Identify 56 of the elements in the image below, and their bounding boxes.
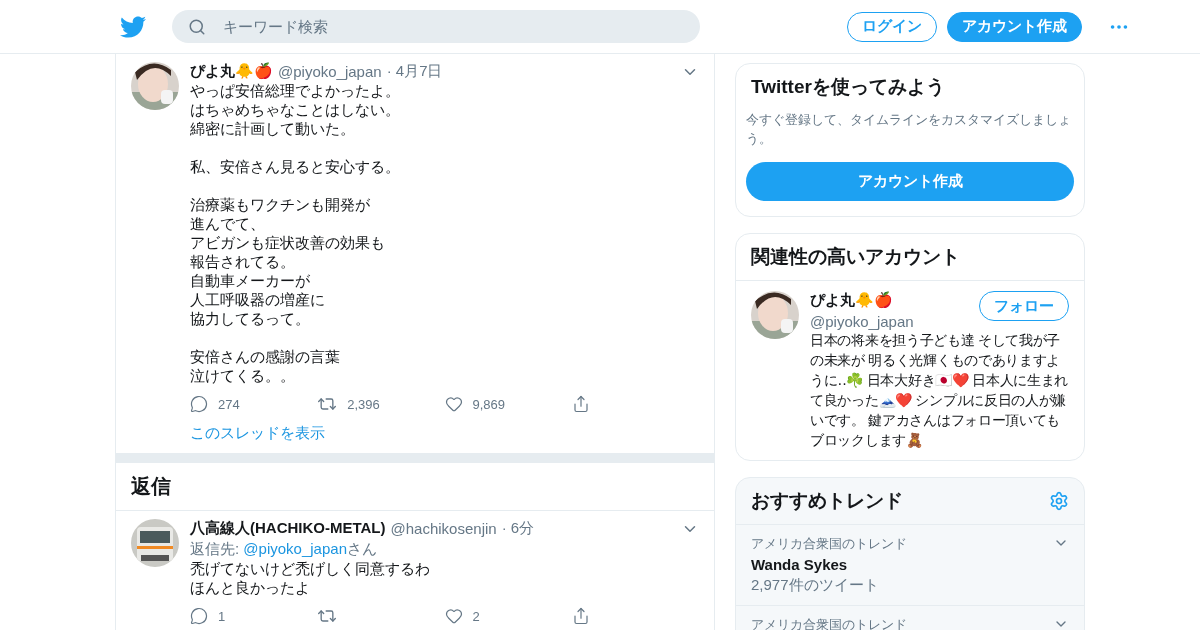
- trend-context: アメリカ合衆国のトレンド: [751, 535, 907, 553]
- signup-text: 今すぐ登録して、タイムラインをカスタマイズしましょう。: [745, 111, 1072, 148]
- signup-button[interactable]: アカウント作成: [746, 162, 1074, 201]
- user-handle: @piyoko_japan: [810, 313, 914, 330]
- section-heading: 返信: [116, 463, 714, 511]
- search-field[interactable]: キーワード検索: [172, 10, 700, 43]
- share-icon[interactable]: [571, 607, 590, 625]
- tweet-text-line: 報告されてる。: [190, 252, 296, 271]
- reply-to-text: 返信先: @piyoko_japanさん: [190, 540, 378, 559]
- reply-icon[interactable]: [190, 395, 208, 413]
- trend-name: Wanda Sykes: [751, 556, 849, 573]
- login-button[interactable]: ログイン: [847, 11, 937, 42]
- tweet-text-line: 私、安倍さん見ると安心する。: [190, 157, 401, 176]
- share-icon[interactable]: [571, 395, 590, 413]
- tweet-text-line: 泣けてくる。。: [190, 366, 296, 385]
- tweet-text-line: アビガンも症状改善の効果も: [190, 233, 386, 252]
- like-icon[interactable]: [444, 395, 463, 413]
- tweet-time[interactable]: · 4月7日: [386, 62, 443, 81]
- tweet-text-line: 協力してるって。: [190, 309, 311, 328]
- trend-item[interactable]: アメリカ合衆国のトレンド Wanda Sykes 2,977件のツイート: [736, 524, 1084, 605]
- like-count: 2: [472, 608, 480, 624]
- user-name[interactable]: 八高線人(HACHIKO-METAL): [190, 519, 386, 538]
- tweet-text-line: 綿密に計画して動いた。: [190, 119, 356, 138]
- reply-icon[interactable]: [190, 607, 208, 625]
- tweet-text-line: 進んでて、: [190, 214, 266, 233]
- user-handle: @piyoko_japan: [278, 63, 382, 80]
- user-handle: @hachikosenjin: [390, 520, 497, 537]
- card-title: 関連性の高いアカウント: [736, 234, 1084, 281]
- user-name[interactable]: ぴよ丸🐥🍎: [810, 291, 914, 310]
- thread-link[interactable]: このスレッドを表示: [190, 424, 699, 443]
- mention-link[interactable]: @piyoko_japan: [243, 540, 347, 557]
- like-icon[interactable]: [444, 607, 463, 625]
- settings-icon[interactable]: [1049, 491, 1069, 511]
- tweet-time[interactable]: · 6分: [501, 519, 535, 538]
- follow-button[interactable]: フォロー: [979, 291, 1069, 321]
- trend-context: アメリカ合衆国のトレンド: [751, 616, 907, 630]
- tweet-text-line: はちゃめちゃなことはしない。: [190, 100, 401, 119]
- card-title: Twitterを使ってみよう: [750, 75, 946, 99]
- tweet-text-line: 禿げてないけど禿げしく同意するわ: [190, 559, 431, 578]
- reply-count: 274: [218, 396, 240, 412]
- tweet-text-line: ほんと良かったよ: [190, 578, 311, 597]
- like-count: 9,869: [472, 396, 506, 412]
- tweet-text-line: 人工呼吸器の増産に: [190, 290, 326, 309]
- tweet-count: 2,977件のツイート: [751, 576, 880, 595]
- trend-item[interactable]: アメリカ合衆国のトレンド: [736, 605, 1084, 630]
- signup-button[interactable]: アカウント作成: [947, 11, 1082, 42]
- reply-count: 1: [218, 608, 226, 624]
- user-name[interactable]: ぴよ丸🐥🍎: [190, 62, 273, 81]
- search-icon: [188, 18, 206, 36]
- tweet-text-line: 治療薬もワクチンも開発が: [190, 195, 371, 214]
- tweet-text-line: 安倍さんの感謝の言葉: [190, 347, 341, 366]
- retweet-count: 2,396: [347, 396, 380, 412]
- user-bio: 日本の将来を担う子ども達 そして我が子の未来が 明るく光輝くものでありますように‥☘ 日本大好き🇯🇵❤ 日本人に生まれて良かった🗻❤ シンプルに反日の人が嫌いです。 鍵アカさんはフォロー頂いてもブロックします🧸: [810, 331, 1069, 450]
- tweet-text-line: やっぱ安倍総理でよかったよ。: [190, 81, 401, 100]
- tweet-text-line: 自動車メーカーが: [190, 271, 311, 290]
- card-title: おすすめトレンド: [751, 489, 903, 513]
